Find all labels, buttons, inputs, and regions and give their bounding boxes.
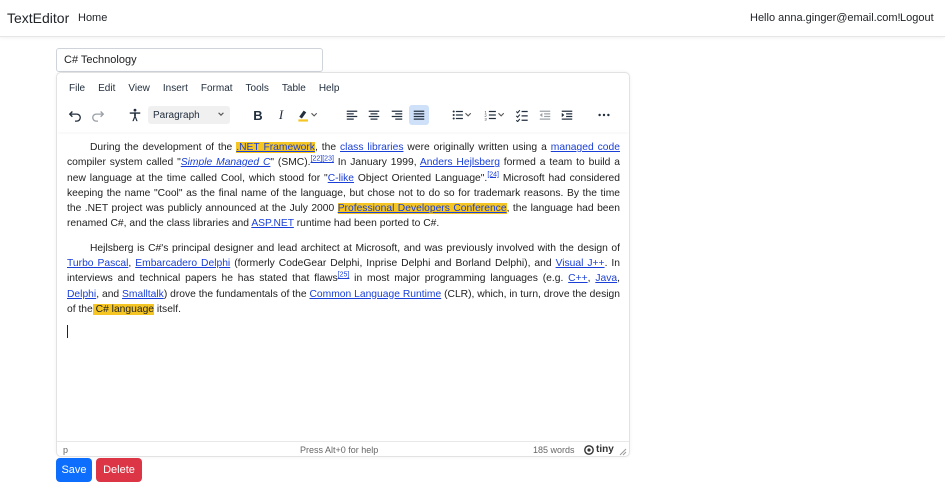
link-java[interactable]: Java [595, 273, 617, 284]
menu-edit[interactable]: Edit [98, 83, 115, 99]
text: (formerly CodeGear Delphi, Inprise Delph… [230, 258, 556, 270]
link-professional-developers-conference[interactable]: Professional Developers Conference [337, 203, 507, 215]
link-delphi[interactable]: Delphi [67, 289, 96, 300]
block-format-value: Paragraph [153, 109, 200, 121]
citation-25[interactable]: [25] [338, 272, 350, 279]
editor-menubar: File Edit View Insert Format Tools Table… [69, 83, 352, 99]
link-c-like[interactable]: C-like [328, 173, 354, 184]
paragraph-1: During the development of the .NET Frame… [67, 140, 620, 232]
highlighted-text: C# language [92, 303, 155, 315]
text: itself. [154, 303, 181, 315]
link-managed-code[interactable]: managed code [551, 142, 620, 153]
text: , and [96, 288, 123, 300]
menu-tools[interactable]: Tools [246, 83, 269, 99]
align-center-icon[interactable] [364, 105, 384, 125]
link-turbo-pascal[interactable]: Turbo Pascal [67, 258, 128, 269]
link-anders-hejlsberg[interactable]: Anders Hejlsberg [420, 157, 500, 168]
bullet-list-icon[interactable] [447, 105, 477, 125]
document-title-input[interactable] [56, 48, 323, 72]
undo-icon[interactable] [65, 105, 85, 125]
link-smalltalk[interactable]: Smalltalk [122, 289, 164, 300]
align-justify-icon[interactable] [409, 105, 429, 125]
menu-format[interactable]: Format [201, 83, 233, 99]
text: compiler system called " [67, 157, 181, 169]
highlight-icon[interactable] [293, 105, 323, 125]
link-visual-j[interactable]: Visual J++ [556, 258, 605, 269]
paragraph-2: Hejlsberg is C#'s principal designer and… [67, 241, 620, 317]
checklist-icon[interactable] [512, 105, 532, 125]
save-button[interactable]: Save [56, 458, 92, 482]
text: In January 1999, [333, 157, 420, 169]
indent-icon[interactable] [557, 105, 577, 125]
bold-icon[interactable]: B [248, 105, 268, 125]
chevron-down-icon [218, 112, 224, 116]
user-greeting: Hello anna.ginger@email.com! [750, 12, 901, 24]
citation-24[interactable]: [24] [487, 171, 499, 178]
text: ) drove the fundamentals of the [163, 288, 310, 300]
link-cpp[interactable]: C++ [568, 273, 587, 284]
link-common-language-runtime[interactable]: Common Language Runtime [309, 289, 441, 300]
text: in most major programming languages (e.g… [349, 273, 569, 285]
svg-text:3: 3 [485, 116, 488, 121]
word-count[interactable]: 185 words [533, 445, 575, 455]
link-net-framework[interactable]: .NET Framework [236, 142, 315, 153]
delete-button[interactable]: Delete [96, 458, 142, 482]
navbar: TextEditor Home Hello anna.ginger@email.… [0, 0, 945, 37]
editor-statusbar: p Press Alt+0 for help 185 words tiny [57, 441, 629, 457]
nav-home-link[interactable]: Home [78, 12, 107, 24]
more-icon[interactable] [594, 105, 614, 125]
tiny-logo[interactable]: tiny [584, 444, 614, 455]
menu-insert[interactable]: Insert [163, 83, 188, 99]
accessibility-icon[interactable] [125, 105, 145, 125]
text: Hejlsberg is C#'s principal designer and… [90, 242, 620, 254]
text: " (SMC). [270, 157, 311, 169]
link-embarcadero-delphi[interactable]: Embarcadero Delphi [135, 258, 230, 269]
redo-icon[interactable] [88, 105, 108, 125]
brand-link[interactable]: TextEditor [7, 10, 69, 26]
text-cursor [67, 325, 68, 338]
align-right-icon[interactable] [387, 105, 407, 125]
italic-icon[interactable]: I [271, 105, 291, 125]
text: During the development of the [90, 142, 237, 153]
link-simple-managed-c[interactable]: Simple Managed C [181, 157, 271, 168]
help-hint: Press Alt+0 for help [300, 445, 379, 455]
text: Object Oriented Language". [354, 172, 488, 184]
toolbar-divider [57, 129, 629, 132]
tiny-icon [584, 444, 594, 455]
tiny-brand: tiny [596, 444, 614, 455]
resize-handle-icon[interactable] [619, 448, 627, 456]
editor-content[interactable]: During the development of the .NET Frame… [67, 140, 620, 326]
outdent-icon[interactable] [535, 105, 555, 125]
align-left-icon[interactable] [342, 105, 362, 125]
text: runtime had been ported to C#. [293, 218, 440, 230]
link-class-libraries[interactable]: class libraries [340, 142, 403, 153]
element-path[interactable]: p [63, 445, 68, 455]
rich-text-editor: File Edit View Insert Format Tools Table… [56, 72, 630, 457]
text: were originally written using a [403, 142, 551, 153]
citation-22[interactable]: [22] [311, 156, 323, 163]
citation-23[interactable]: [23] [322, 156, 334, 163]
block-format-select[interactable]: Paragraph [148, 106, 230, 124]
text: , [617, 273, 620, 285]
menu-file[interactable]: File [69, 83, 85, 99]
text: , the [314, 142, 341, 153]
menu-help[interactable]: Help [319, 83, 340, 99]
menu-view[interactable]: View [128, 83, 150, 99]
link-asp-net[interactable]: ASP.NET [251, 218, 294, 229]
logout-link[interactable]: Logout [900, 12, 934, 24]
editor-toolbar: Paragraph B I 123 [57, 101, 629, 129]
numbered-list-icon[interactable]: 123 [480, 105, 510, 125]
menu-table[interactable]: Table [282, 83, 306, 99]
